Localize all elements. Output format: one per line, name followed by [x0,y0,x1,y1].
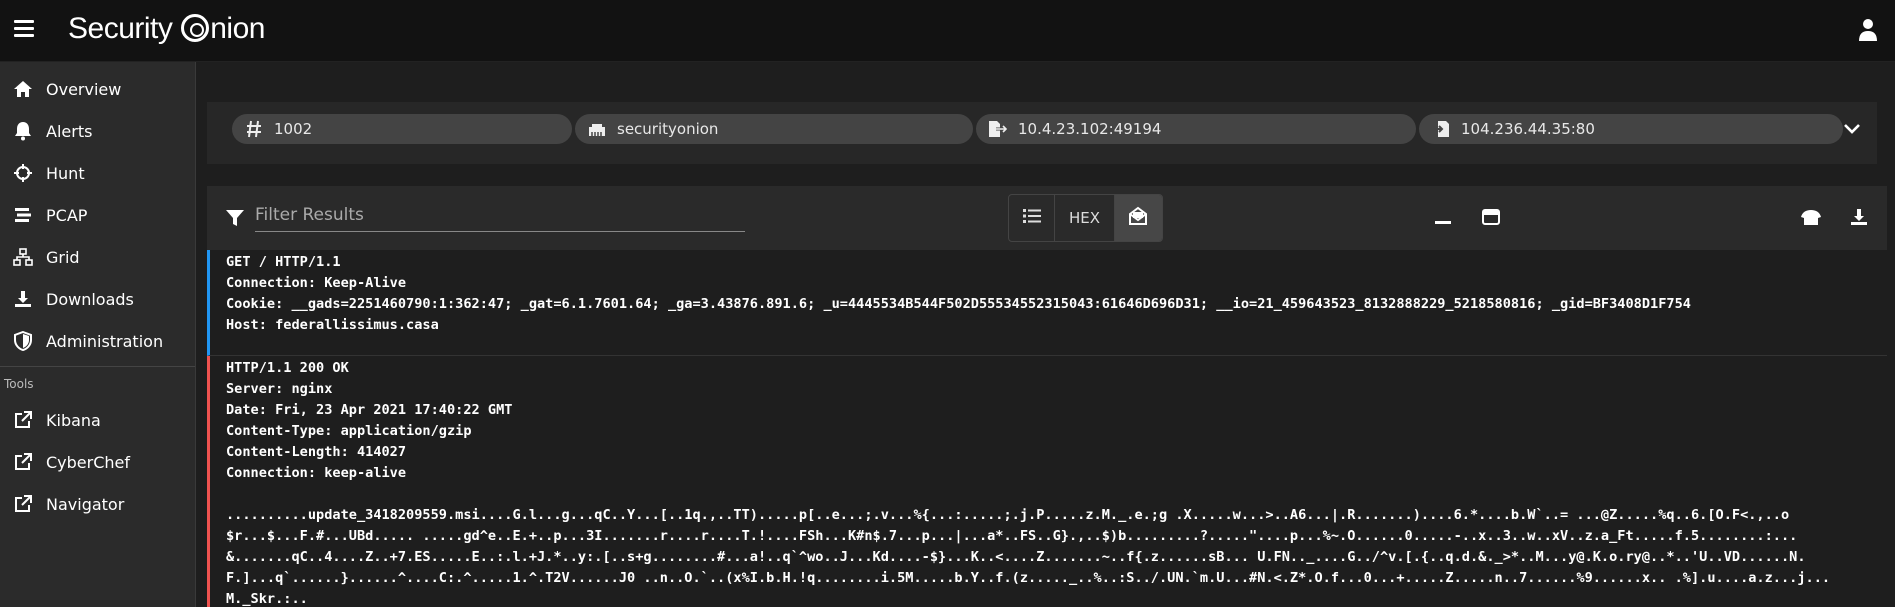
view-mode-toggle: HEX [1008,194,1163,242]
sidebar-item-hunt[interactable]: Hunt [0,152,195,194]
external-link-icon [12,409,34,431]
response-line: Connection: keep-alive [226,465,407,481]
sidebar-item-grid[interactable]: Grid [0,236,195,278]
tools-header: Tools [4,377,34,391]
response-line: Content-Length: 414027 [226,444,407,460]
sidebar-item-label: Alerts [46,121,93,141]
sidebar-item-label: Kibana [46,410,101,430]
wireshark-fin-icon[interactable] [1800,206,1822,228]
menu-icon[interactable] [14,20,34,38]
sidebar-item-navigator[interactable]: Navigator [0,483,195,525]
main-content: 1002 securityonion 10.4.23.102:49194 104… [197,62,1895,607]
download-icon[interactable] [1848,206,1870,228]
results-toolbar: HEX [207,186,1887,250]
list-icon [1022,209,1041,227]
payload-line: ..........update_3418209559.msi....G.l..… [226,507,1790,523]
bell-icon [12,120,34,142]
sidebar-item-administration[interactable]: Administration [0,320,195,362]
payload-line: $r...$...F.#...UBd..... .....gd^e..E.+..… [226,528,1798,544]
sidebar-item-cyberchef[interactable]: CyberChef [0,441,195,483]
external-link-icon [12,493,34,515]
crosshairs-icon [12,162,34,184]
request-line: Host: federallissimus.casa [226,317,439,333]
sidebar-divider [0,366,195,367]
hex-view-button[interactable]: HEX [1054,195,1113,241]
filter-icon [225,208,245,228]
sidebar-item-overview[interactable]: Overview [0,68,195,110]
request-block: GET / HTTP/1.1 Connection: Keep-Alive Co… [207,250,1887,356]
request-line: Connection: Keep-Alive [226,275,407,291]
file-import-icon [1431,119,1451,139]
destination-value: 104.236.44.35:80 [1461,120,1595,138]
sidebar-item-label: Hunt [46,163,85,183]
list-view-button[interactable] [1009,195,1054,241]
envelope-open-text-icon [1128,206,1148,230]
sidebar-item-kibana[interactable]: Kibana [0,399,195,441]
payload-line: F.]...q`......}......^....C:.^.....1.^.T… [226,570,1831,586]
sidebar-item-label: Overview [46,79,122,99]
user-icon[interactable] [1857,18,1879,42]
hashtag-icon [244,119,264,139]
filter-results-input[interactable] [255,198,745,232]
payload-line: &.......qC..4....Z..+7.ES.....E..:.l.+J.… [226,549,1806,565]
window-maximize-icon[interactable] [1480,206,1502,228]
sidebar-item-label: Grid [46,247,80,267]
sidebar-item-label: Administration [46,331,164,351]
job-id-value: 1002 [274,120,313,138]
sidebar-item-label: PCAP [46,205,88,225]
job-id-chip[interactable]: 1002 [232,114,572,144]
sidebar-item-downloads[interactable]: Downloads [0,278,195,320]
app-bar: Security nion [0,0,1895,62]
pcap-transcript: GET / HTTP/1.1 Connection: Keep-Alive Co… [207,250,1887,607]
sensor-chip[interactable]: securityonion [575,114,973,144]
request-line: GET / HTTP/1.1 [226,254,341,270]
source-chip[interactable]: 10.4.23.102:49194 [976,114,1416,144]
response-block: HTTP/1.1 200 OK Server: nginx Date: Fri,… [207,356,1887,607]
app-logo: Security nion [68,12,265,45]
chevron-down-icon[interactable] [1843,120,1863,140]
network-icon [12,246,34,268]
source-value: 10.4.23.102:49194 [1018,120,1162,138]
ethernet-icon [587,119,607,139]
sidebar: Overview Alerts Hunt PCAP Grid Downloads… [0,62,196,607]
sensor-value: securityonion [617,120,719,138]
shield-icon [12,330,34,352]
response-line: HTTP/1.1 200 OK [226,360,349,376]
request-line: Cookie: __gads=2251460790:1:362:47; _gat… [226,296,1691,312]
response-line: Content-Type: application/gzip [226,423,472,439]
sidebar-item-pcap[interactable]: PCAP [0,194,195,236]
response-line: Date: Fri, 23 Apr 2021 17:40:22 GMT [226,402,513,418]
sidebar-item-label: CyberChef [46,452,131,472]
stream-icon [12,204,34,226]
payload-line: M._Skr.:.. [226,591,308,607]
file-export-icon [988,119,1008,139]
destination-chip[interactable]: 104.236.44.35:80 [1419,114,1843,144]
sidebar-item-alerts[interactable]: Alerts [0,110,195,152]
home-icon [12,78,34,100]
sidebar-item-label: Downloads [46,289,134,309]
sidebar-item-label: Navigator [46,494,125,514]
transcript-view-button[interactable] [1113,195,1162,241]
download-icon [12,288,34,310]
response-line: Server: nginx [226,381,333,397]
minimize-icon[interactable] [1432,206,1454,228]
external-link-icon [12,451,34,473]
